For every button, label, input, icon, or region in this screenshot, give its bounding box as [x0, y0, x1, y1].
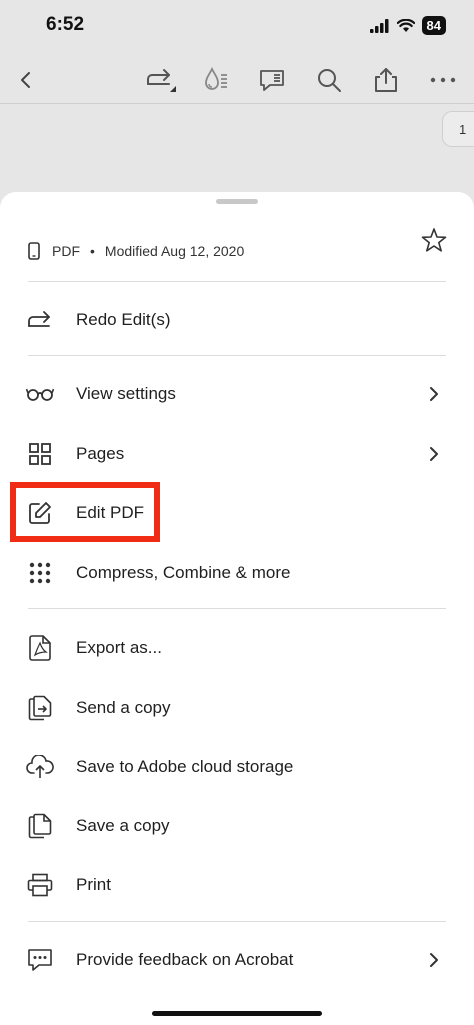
- menu-item-label: Print: [76, 875, 111, 894]
- search-icon[interactable]: [313, 64, 345, 96]
- highlighter-icon[interactable]: [200, 64, 232, 96]
- menu-item-label: Send a copy: [76, 698, 171, 717]
- document-actions-sheet: PDF • Modified Aug 12, 2020 Redo Edit(s)…: [0, 192, 474, 1025]
- meta-separator: •: [90, 243, 95, 259]
- menu-item-view-settings[interactable]: View settings: [0, 368, 474, 420]
- edit-pdf-highlight-box: [10, 482, 160, 542]
- menu-item-label: Redo Edit(s): [76, 310, 171, 329]
- chevron-right-icon: [426, 386, 442, 402]
- file-type: PDF: [52, 243, 80, 259]
- redo-icon[interactable]: [142, 64, 182, 96]
- divider: [28, 355, 446, 356]
- dots-grid-icon: [26, 559, 54, 587]
- page-number-tab[interactable]: 1: [442, 111, 474, 147]
- home-indicator: [152, 1011, 322, 1016]
- share-icon[interactable]: [370, 64, 402, 96]
- send-copy-icon: [26, 694, 54, 722]
- export-pdf-icon: [26, 634, 54, 662]
- divider: [28, 608, 446, 609]
- page-number: 1: [459, 121, 467, 137]
- wifi-icon: [396, 18, 415, 33]
- more-icon[interactable]: [427, 64, 459, 96]
- status-time: 6:52: [46, 14, 85, 35]
- menu-item-provide-feedback[interactable]: Provide feedback on Acrobat: [0, 934, 474, 986]
- divider: [28, 921, 446, 922]
- star-icon[interactable]: [420, 226, 448, 254]
- menu-item-pages[interactable]: Pages: [0, 428, 474, 480]
- menu-item-label: Save a copy: [76, 816, 170, 835]
- modified-date: Modified Aug 12, 2020: [104, 243, 245, 259]
- menu-item-label: Provide feedback on Acrobat: [76, 950, 294, 969]
- comment-icon[interactable]: [256, 64, 288, 96]
- menu-item-label: Save to Adobe cloud storage: [76, 757, 294, 776]
- glasses-icon: [26, 380, 54, 408]
- menu-item-save-to-cloud[interactable]: Save to Adobe cloud storage: [0, 741, 474, 793]
- save-copy-icon: [26, 812, 54, 840]
- redo-icon: [26, 306, 54, 334]
- grid-icon: [26, 440, 54, 468]
- menu-item-print[interactable]: Print: [0, 859, 474, 911]
- file-info: PDF • Modified Aug 12, 2020: [28, 242, 244, 260]
- menu-item-label: View settings: [76, 384, 176, 403]
- menu-item-export-as[interactable]: Export as...: [0, 622, 474, 674]
- status-icons: 84: [369, 16, 446, 35]
- menu-item-save-a-copy[interactable]: Save a copy: [0, 800, 474, 852]
- cellular-signal-icon: [369, 18, 390, 33]
- sheet-grabber[interactable]: [216, 199, 258, 204]
- feedback-icon: [26, 946, 54, 974]
- menu-item-label: Pages: [76, 444, 125, 463]
- menu-item-send-a-copy[interactable]: Send a copy: [0, 682, 474, 734]
- chevron-right-icon: [426, 952, 442, 968]
- menu-item-label: Compress, Combine & more: [76, 563, 291, 582]
- phone-icon: [28, 242, 40, 260]
- menu-item-label: Export as...: [76, 638, 162, 657]
- battery-indicator: 84: [421, 16, 446, 35]
- printer-icon: [26, 871, 54, 899]
- chevron-right-icon: [426, 446, 442, 462]
- menu-item-compress-combine-more[interactable]: Compress, Combine & more: [0, 547, 474, 599]
- divider: [28, 281, 446, 282]
- status-bar: 6:52 84: [0, 0, 474, 52]
- back-icon[interactable]: [10, 64, 42, 96]
- cloud-upload-icon: [26, 753, 54, 781]
- document-toolbar: [0, 56, 474, 104]
- menu-item-redo-edits[interactable]: Redo Edit(s): [0, 294, 474, 346]
